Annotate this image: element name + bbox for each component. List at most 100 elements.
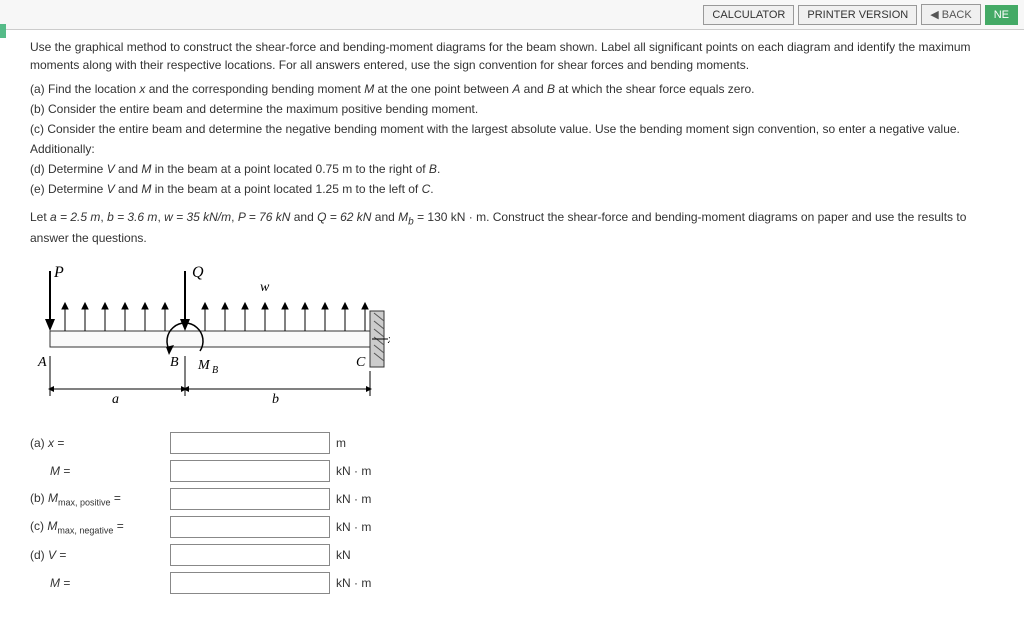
printer-button[interactable]: PRINTER VERSION (798, 5, 917, 25)
part-d-dist: 0.75 m (316, 162, 353, 176)
answer-label: (c) Mmax, negative = (30, 517, 170, 538)
lbl-pre (30, 464, 50, 478)
sym-B: B (429, 162, 437, 176)
answer-section: (a) x = m M = kN · m (b) Mmax, positive … (30, 431, 994, 595)
part-a: (a) Find the location x and the correspo… (30, 80, 994, 98)
part-c: (c) Consider the entire beam and determi… (30, 120, 994, 138)
lbl-post: = (111, 491, 121, 505)
and: and (290, 210, 317, 224)
answer-row: (d) V = kN (30, 543, 994, 567)
lbl-pre: (c) (30, 519, 47, 533)
unit: m (336, 434, 346, 452)
lbl-pre: (b) (30, 491, 48, 505)
unit: kN · m (336, 518, 371, 536)
label-x: x (387, 331, 390, 346)
lbl-post: = (60, 576, 70, 590)
answer-row: M = kN · m (30, 571, 994, 595)
w-eq: w = 35 kN/m (164, 210, 231, 224)
answer-label: M = (30, 574, 170, 592)
given-values: Let a = 2.5 m, b = 3.6 m, w = 35 kN/m, P… (30, 208, 994, 247)
P-eq: P = 76 kN (238, 210, 291, 224)
answer-label: (a) x = (30, 434, 170, 452)
part-d-mid: in the beam at a point located (151, 162, 315, 176)
label-MB: M (197, 358, 211, 373)
sym-C: C (422, 182, 431, 196)
and-text: and (115, 162, 142, 176)
unit: kN · m (336, 574, 371, 592)
answer-input-d-V[interactable] (170, 544, 330, 566)
unit: kN · m (336, 490, 371, 508)
answer-input-a-M[interactable] (170, 460, 330, 482)
given-pre: Let (30, 210, 50, 224)
lbl-post: = (54, 436, 64, 450)
part-a-text3: at the one point between (374, 82, 512, 96)
lbl-post: = (56, 548, 66, 562)
part-a-tail: at which the shear force equals zero. (555, 82, 754, 96)
lbl-pre: (a) (30, 436, 48, 450)
Mb-sym: M (398, 210, 408, 224)
and2: and (371, 210, 398, 224)
part-b: (b) Consider the entire beam and determi… (30, 100, 994, 118)
lbl-sub: max, negative (57, 525, 113, 535)
sep: , (231, 210, 238, 224)
label-P: P (53, 264, 64, 281)
beam-diagram: P Q w x A B C M B a b (30, 261, 390, 421)
Mb-val: = 130 kN · m (414, 210, 486, 224)
answer-row: (a) x = m (30, 431, 994, 455)
label-w: w (260, 280, 270, 295)
and-text: and (115, 182, 142, 196)
answer-label: (b) Mmax, positive = (30, 489, 170, 510)
lbl-sym: M (47, 519, 57, 533)
lbl-post: = (60, 464, 70, 478)
lbl-post: = (113, 519, 123, 533)
sym-M: M (141, 162, 151, 176)
answer-input-b[interactable] (170, 488, 330, 510)
part-a-text2: and the corresponding bending moment (145, 82, 364, 96)
Q-eq: Q = 62 kN (317, 210, 371, 224)
next-button[interactable]: NE (985, 5, 1018, 25)
lbl-pre (30, 576, 50, 590)
sym-M: M (364, 82, 374, 96)
calculator-button[interactable]: CALCULATOR (703, 5, 794, 25)
answer-input-a-x[interactable] (170, 432, 330, 454)
part-d: (d) Determine V and M in the beam at a p… (30, 160, 994, 178)
answer-label: (d) V = (30, 546, 170, 564)
intro-text: Use the graphical method to construct th… (30, 38, 994, 74)
b-eq: b = 3.6 m (107, 210, 157, 224)
sym-V: V (107, 162, 115, 176)
part-a-text: (a) Find the location (30, 82, 139, 96)
label-C: C (356, 355, 366, 370)
answer-row: (b) Mmax, positive = kN · m (30, 487, 994, 511)
top-toolbar: CALCULATOR PRINTER VERSION ◀ BACK NE (0, 0, 1024, 30)
lbl-sym: M (50, 576, 60, 590)
part-d-post: to the right of (352, 162, 429, 176)
label-b: b (272, 392, 279, 407)
answer-row: M = kN · m (30, 459, 994, 483)
part-e-dist: 1.25 m (316, 182, 353, 196)
sym-M: M (141, 182, 151, 196)
and-text: and (520, 82, 547, 96)
additionally: Additionally: (30, 140, 994, 158)
label-Q: Q (192, 264, 204, 281)
label-a: a (112, 392, 119, 407)
answer-input-c[interactable] (170, 516, 330, 538)
lbl-sub: max, positive (58, 497, 111, 507)
period: . (430, 182, 433, 196)
lbl-sym: M (50, 464, 60, 478)
lbl-sym: V (48, 548, 56, 562)
sym-B: B (547, 82, 555, 96)
unit: kN · m (336, 462, 371, 480)
lbl-sym: M (48, 491, 58, 505)
a-eq: a = 2.5 m (50, 210, 100, 224)
part-e-pre: (e) Determine (30, 182, 107, 196)
answer-input-d-M[interactable] (170, 572, 330, 594)
label-MB-sub: B (212, 365, 218, 376)
question-content: Use the graphical method to construct th… (0, 30, 1024, 639)
back-button[interactable]: ◀ BACK (921, 4, 980, 25)
label-A: A (37, 355, 47, 370)
sym-V: V (107, 182, 115, 196)
part-e: (e) Determine V and M in the beam at a p… (30, 180, 994, 198)
part-e-mid: in the beam at a point located (151, 182, 315, 196)
unit: kN (336, 546, 351, 564)
answer-label: M = (30, 462, 170, 480)
